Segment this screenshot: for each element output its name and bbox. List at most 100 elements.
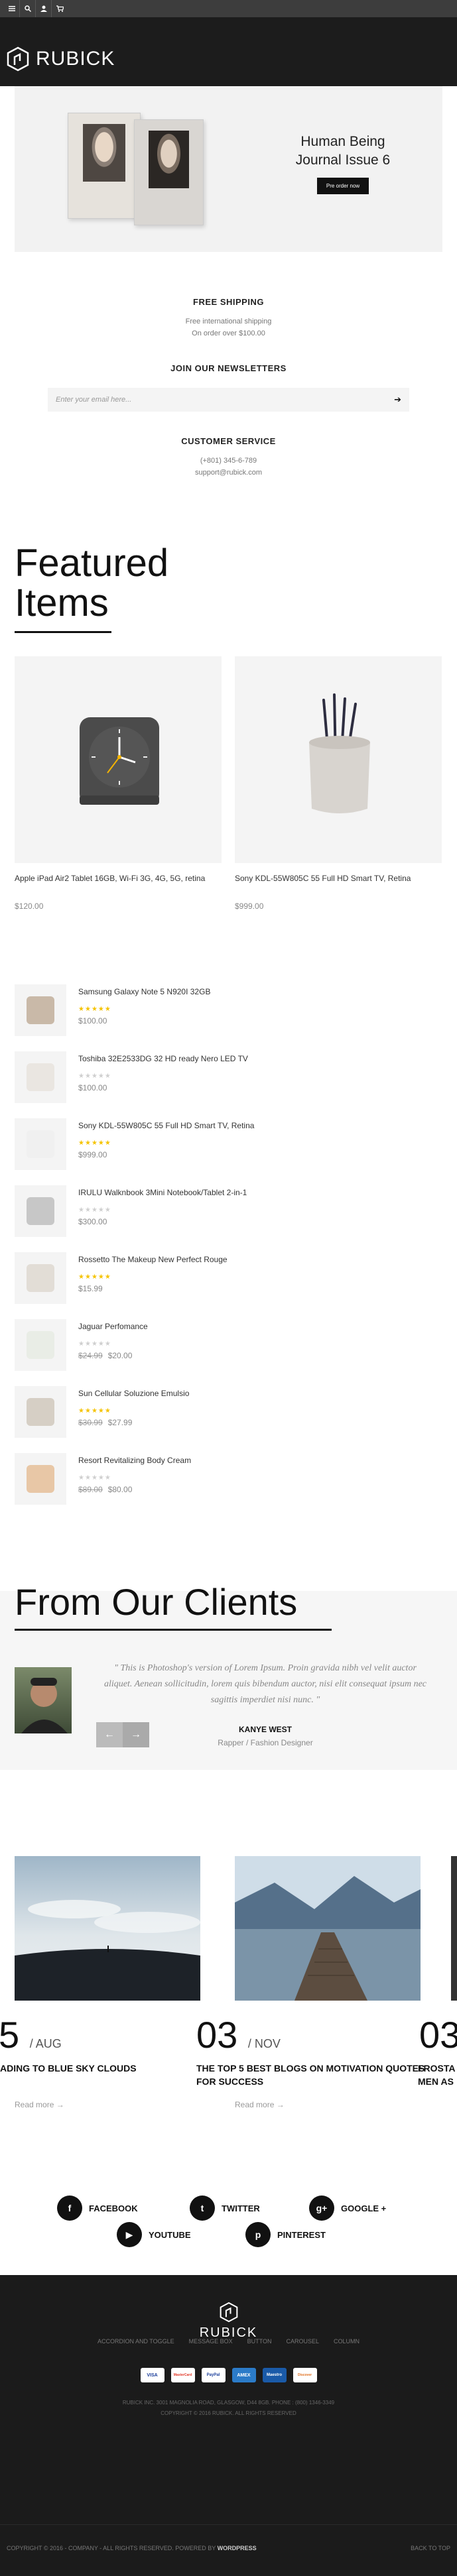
customer-service-phone: (+801) 345-6-789 bbox=[200, 457, 257, 465]
footer-logo[interactable]: RUBICK bbox=[0, 2302, 457, 2341]
banner-title-line2: Journal Issue 6 bbox=[295, 152, 391, 168]
star-icon: ★ bbox=[98, 1206, 105, 1214]
product-name[interactable]: IRULU Walknbook 3Mini Notebook/Tablet 2-… bbox=[78, 1188, 247, 1197]
featured-product-card[interactable]: Sony KDL-55W805C 55 Full HD Smart TV, Re… bbox=[235, 656, 442, 911]
product-thumbnail[interactable] bbox=[15, 1252, 66, 1304]
testimonial-role: Rapper / Fashion Designer bbox=[218, 1738, 313, 1747]
product-price: $999.00 bbox=[78, 1150, 107, 1159]
star-icon: ★ bbox=[91, 1006, 98, 1013]
arrow-right-icon: → bbox=[56, 2100, 64, 2109]
product-price: $15.99 bbox=[78, 1284, 103, 1293]
footer-bottom-bar: COPYRIGHT © 2016 - COMPANY - ALL RIGHTS … bbox=[0, 2524, 457, 2576]
blog-title-partial[interactable]: FROSTA MEN AS bbox=[418, 2062, 457, 2088]
star-icon: ★ bbox=[104, 1140, 111, 1147]
arrow-right-icon[interactable]: ➔ bbox=[394, 394, 401, 405]
facebook-icon: f bbox=[57, 2195, 82, 2221]
product-price-block: $30.99 $27.99 bbox=[78, 1418, 132, 1427]
product-thumbnail[interactable] bbox=[15, 1051, 66, 1103]
list-item[interactable]: Resort Revitalizing Body Cream ★★★★★ $89.0… bbox=[15, 1453, 306, 1506]
list-item[interactable]: Samsung Galaxy Note 5 N920I 32GB ★★★★★ $10… bbox=[15, 984, 306, 1037]
product-thumbnail[interactable] bbox=[15, 1118, 66, 1170]
product-price: $999.00 bbox=[235, 902, 264, 911]
cart-icon[interactable] bbox=[52, 0, 68, 17]
facebook-label: FACEBOOK bbox=[89, 2203, 138, 2213]
star-icon: ★ bbox=[104, 1006, 111, 1013]
pen-holder-product-image[interactable] bbox=[235, 656, 442, 863]
star-icon: ★ bbox=[98, 1140, 105, 1147]
blog-title[interactable]: ADING TO BLUE SKY CLOUDS bbox=[0, 2062, 199, 2075]
social-twitter[interactable]: t TWITTER bbox=[190, 2195, 260, 2221]
testimonial-nav: ← → bbox=[96, 1722, 149, 1747]
footer-link[interactable]: CAROUSEL bbox=[287, 2338, 320, 2345]
product-name[interactable]: Rossetto The Makeup New Perfect Rouge bbox=[78, 1255, 228, 1264]
list-item[interactable]: IRULU Walknbook 3Mini Notebook/Tablet 2-… bbox=[15, 1185, 306, 1238]
product-name[interactable]: Apple iPad Air2 Tablet 16GB, Wi-Fi 3G, 4… bbox=[15, 874, 222, 883]
list-item[interactable]: Jaguar Perfomance ★★★★★ $24.99 $20.00 bbox=[15, 1319, 306, 1372]
back-to-top-link[interactable]: BACK TO TOP bbox=[411, 2545, 450, 2551]
search-icon[interactable] bbox=[20, 0, 36, 17]
star-icon: ★ bbox=[98, 1474, 105, 1482]
product-name[interactable]: Toshiba 32E2533DG 32 HD ready Nero LED T… bbox=[78, 1054, 248, 1063]
product-price: $80.00 bbox=[107, 1485, 133, 1494]
list-item[interactable]: Toshiba 32E2533DG 32 HD ready Nero LED T… bbox=[15, 1051, 306, 1104]
amex-card-icon: AMEX bbox=[231, 2368, 256, 2382]
list-item[interactable]: Rossetto The Makeup New Perfect Rouge ★★★… bbox=[15, 1252, 306, 1305]
product-price: $20.00 bbox=[107, 1351, 133, 1360]
product-thumbnail[interactable] bbox=[15, 984, 66, 1036]
product-name[interactable]: Resort Revitalizing Body Cream bbox=[78, 1456, 191, 1465]
product-name[interactable]: Sun Cellular Soluzione Emulsio bbox=[78, 1389, 189, 1398]
user-icon[interactable] bbox=[36, 0, 52, 17]
footer-link[interactable]: ACCORDION AND TOGGLE bbox=[98, 2338, 174, 2345]
wordpress-link[interactable]: WORDPRESS bbox=[218, 2545, 257, 2551]
clock-product-image[interactable] bbox=[15, 656, 222, 863]
product-name[interactable]: Sony KDL-55W805C 55 Full HD Smart TV, Re… bbox=[235, 874, 442, 883]
blog-read-more[interactable]: Read more → bbox=[235, 2100, 285, 2109]
list-item[interactable]: Sun Cellular Soluzione Emulsio ★★★★★ $30.9… bbox=[15, 1386, 306, 1439]
featured-title-line1: Featured bbox=[15, 542, 169, 585]
star-icon: ★ bbox=[104, 1206, 111, 1214]
social-youtube[interactable]: ▶ YOUTUBE bbox=[117, 2222, 191, 2247]
visa-card-icon: VISA bbox=[140, 2368, 164, 2382]
product-thumbnail[interactable] bbox=[15, 1453, 66, 1505]
newsletter-email-input[interactable]: Enter your email here... ➔ bbox=[48, 388, 409, 412]
list-item[interactable]: Sony KDL-55W805C 55 Full HD Smart TV, Re… bbox=[15, 1118, 306, 1171]
star-icon: ★ bbox=[91, 1073, 98, 1080]
footer-link[interactable]: COLUMN bbox=[334, 2338, 359, 2345]
footer-link[interactable]: MESSAGE BOX bbox=[189, 2338, 233, 2345]
rubick-logo-icon bbox=[220, 2302, 237, 2323]
star-icon: ★ bbox=[84, 1073, 92, 1080]
read-more-label: Read more bbox=[15, 2100, 54, 2109]
star-icon: ★ bbox=[78, 1206, 85, 1214]
star-icon: ★ bbox=[98, 1006, 105, 1013]
star-icon: ★ bbox=[78, 1073, 85, 1080]
featured-product-card[interactable]: Apple iPad Air2 Tablet 16GB, Wi-Fi 3G, 4… bbox=[15, 656, 222, 911]
brand-logo[interactable]: RUBICK bbox=[7, 46, 115, 72]
product-price-block: $999.00 bbox=[78, 1150, 107, 1159]
product-thumbnail[interactable] bbox=[15, 1319, 66, 1371]
star-icon: ★ bbox=[84, 1474, 92, 1482]
blog-image-sky[interactable] bbox=[15, 1856, 200, 2001]
customer-service-email[interactable]: support@rubick.com bbox=[0, 469, 457, 477]
product-name[interactable]: Samsung Galaxy Note 5 N920I 32GB bbox=[78, 987, 210, 996]
product-name[interactable]: Jaguar Perfomance bbox=[78, 1322, 148, 1331]
product-price: $120.00 bbox=[15, 902, 44, 911]
social-google[interactable]: g+ GOOGLE + bbox=[309, 2195, 386, 2221]
prev-arrow-button[interactable]: ← bbox=[96, 1722, 123, 1747]
product-thumbnail[interactable] bbox=[15, 1386, 66, 1438]
product-name[interactable]: Sony KDL-55W805C 55 Full HD Smart TV, Re… bbox=[78, 1121, 254, 1130]
blog-image-lake[interactable] bbox=[235, 1856, 421, 2001]
blog-title[interactable]: THE TOP 5 BEST BLOGS ON MOTIVATION QUOTE… bbox=[196, 2062, 435, 2088]
rating-stars: ★★★★★ bbox=[78, 1340, 111, 1348]
social-pinterest[interactable]: p PINTEREST bbox=[245, 2222, 326, 2247]
social-facebook[interactable]: f FACEBOOK bbox=[57, 2195, 138, 2221]
payment-cards: VISA MasterCard PayPal AMEX Maestro Disc… bbox=[0, 2368, 457, 2382]
product-thumbnail[interactable] bbox=[15, 1185, 66, 1237]
menu-icon[interactable] bbox=[4, 0, 20, 17]
next-arrow-button[interactable]: → bbox=[123, 1722, 149, 1747]
blog-image-partial[interactable] bbox=[451, 1856, 457, 2001]
rubick-logo-icon bbox=[7, 46, 29, 72]
blog-read-more[interactable]: Read more → bbox=[15, 2100, 64, 2109]
star-icon: ★ bbox=[104, 1474, 111, 1482]
footer-link[interactable]: BUTTON bbox=[247, 2338, 272, 2345]
pre-order-button[interactable]: Pre order now bbox=[316, 178, 369, 194]
